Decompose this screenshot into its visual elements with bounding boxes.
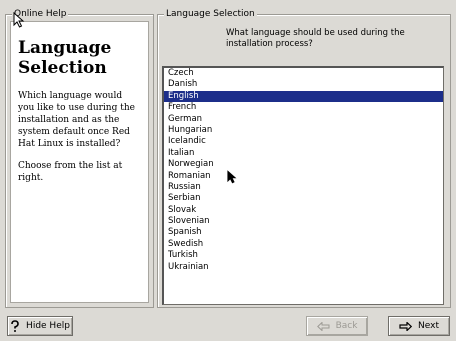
language-option[interactable]: Czech	[164, 68, 443, 79]
language-option[interactable]: Slovak	[164, 205, 443, 216]
back-button[interactable]: Back	[306, 316, 368, 336]
language-option[interactable]: French	[164, 102, 443, 113]
mouse-pointer-icon	[227, 170, 237, 184]
help-title: Language Selection	[18, 38, 112, 78]
language-option[interactable]: Ukrainian	[164, 262, 443, 273]
language-list[interactable]: Czech Danish English French German Hungarian I…	[162, 66, 444, 305]
next-button[interactable]: Next	[388, 316, 450, 336]
language-option[interactable]: Spanish	[164, 227, 443, 238]
next-label: Next	[418, 321, 439, 331]
question-icon	[10, 320, 20, 332]
hide-help-label: Hide Help	[26, 321, 70, 331]
next-arrow-icon	[399, 321, 413, 331]
language-selection-frame-title: Language Selection	[164, 9, 257, 20]
language-option[interactable]: Turkish	[164, 250, 443, 261]
language-option[interactable]: Italian	[164, 148, 443, 159]
language-option[interactable]: Slovenian	[164, 216, 443, 227]
help-paragraph: Choose from the list at right.	[18, 161, 123, 183]
language-option[interactable]: Icelandic	[164, 136, 443, 147]
language-option[interactable]: Romanian	[164, 171, 443, 182]
help-paragraph: Which language would you like to use dur…	[18, 91, 135, 149]
language-option[interactable]: Serbian	[164, 193, 443, 204]
back-label: Back	[335, 321, 358, 331]
language-option[interactable]: Danish	[164, 79, 443, 90]
back-arrow-icon	[316, 321, 330, 331]
language-option[interactable]: Swedish	[164, 239, 443, 250]
language-option[interactable]: Norwegian	[164, 159, 443, 170]
hide-help-button[interactable]: Hide Help	[7, 316, 73, 336]
language-question: What language should be used during the …	[226, 28, 405, 49]
language-option[interactable]: Hungarian	[164, 125, 443, 136]
help-text: Which language would you like to use dur…	[18, 90, 136, 194]
mouse-pointer-icon	[13, 12, 25, 28]
language-option[interactable]: English	[164, 90, 443, 103]
language-option[interactable]: Russian	[164, 182, 443, 193]
language-option[interactable]: German	[164, 114, 443, 125]
